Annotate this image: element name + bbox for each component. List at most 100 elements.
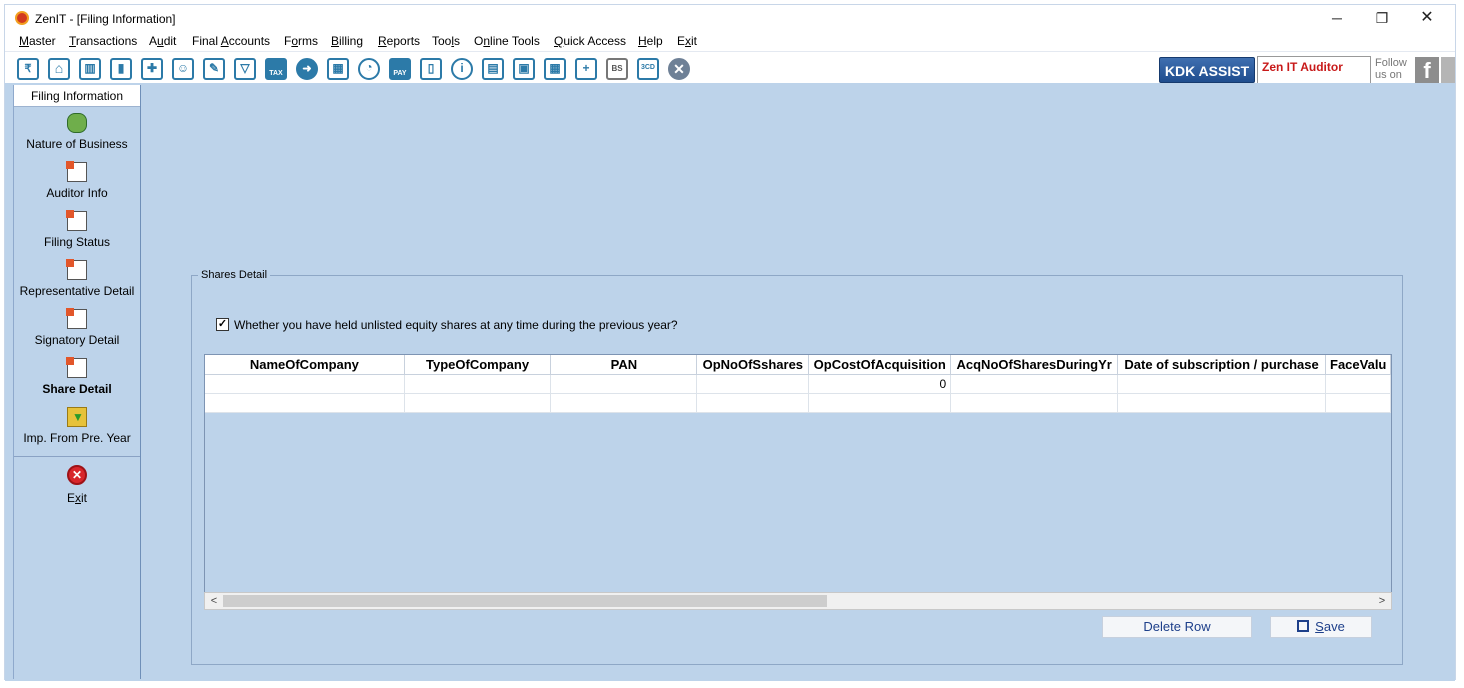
close-window-button[interactable]: ✕ bbox=[1405, 7, 1449, 29]
scroll-left-icon[interactable]: < bbox=[207, 593, 221, 609]
book-icon[interactable]: ▯ bbox=[420, 58, 442, 80]
menu-final-accounts[interactable]: Final Accounts bbox=[192, 34, 270, 48]
home-icon[interactable]: ⌂ bbox=[48, 58, 70, 80]
delete-row-button[interactable]: Delete Row bbox=[1102, 616, 1252, 638]
sidebar-item-label: Representative Detail bbox=[19, 284, 135, 298]
menu-exit[interactable]: Exit bbox=[677, 34, 697, 48]
document-icon bbox=[66, 308, 87, 329]
menu-online-tools[interactable]: Online Tools bbox=[474, 34, 540, 48]
sidebar-item-auditor-info[interactable]: Auditor Info bbox=[14, 156, 140, 205]
sidebar-item-representative-detail[interactable]: Representative Detail bbox=[14, 254, 140, 303]
follow-us-text: Follow us on bbox=[1375, 57, 1407, 81]
menu-tools[interactable]: Tools bbox=[432, 34, 460, 48]
table-cell[interactable] bbox=[550, 393, 698, 413]
table-cell[interactable] bbox=[696, 393, 810, 413]
sidebar-item-share-detail[interactable]: Share Detail bbox=[14, 352, 140, 401]
calculator-icon[interactable]: ▦ bbox=[327, 58, 349, 80]
tax-icon[interactable]: TAX bbox=[265, 58, 287, 80]
sidebar: Filing Information Nature of Business Au… bbox=[13, 85, 141, 679]
table-cell[interactable] bbox=[404, 374, 552, 394]
table-cell[interactable]: 0 bbox=[808, 374, 952, 394]
column-header[interactable]: TypeOfCompany bbox=[404, 355, 552, 375]
user-doc-icon[interactable]: ▣ bbox=[513, 58, 535, 80]
arrow-circle-icon[interactable]: ➜ bbox=[296, 58, 318, 80]
save-icon bbox=[1297, 620, 1310, 632]
building-icon[interactable]: ▥ bbox=[79, 58, 101, 80]
bs-icon[interactable]: BS bbox=[606, 58, 628, 80]
column-header[interactable]: OpCostOfAcquisition bbox=[808, 355, 952, 375]
menu-help[interactable]: Help bbox=[638, 34, 663, 48]
info-icon[interactable]: i bbox=[451, 58, 473, 80]
pay-icon[interactable]: PAY bbox=[389, 58, 411, 80]
rupee-icon[interactable]: ₹ bbox=[17, 58, 39, 80]
sidebar-item-label: Imp. From Pre. Year bbox=[23, 431, 131, 445]
group-title: Shares Detail bbox=[198, 269, 271, 281]
table-cell[interactable] bbox=[1117, 393, 1326, 413]
menu-quick-access[interactable]: Quick Access bbox=[554, 34, 626, 48]
menu-forms[interactable]: Forms bbox=[284, 34, 318, 48]
sidebar-item-label: Nature of Business bbox=[26, 137, 128, 151]
filter-icon[interactable]: ▽ bbox=[234, 58, 256, 80]
menu-reports[interactable]: Reports bbox=[378, 34, 420, 48]
table-cell[interactable] bbox=[1325, 393, 1391, 413]
kdk-assist-button[interactable]: KDK ASSIST bbox=[1159, 57, 1255, 83]
column-header[interactable]: FaceValu bbox=[1325, 355, 1391, 375]
document-icon bbox=[66, 161, 87, 182]
3cd-icon[interactable]: 3CD bbox=[637, 58, 659, 80]
table-cell[interactable] bbox=[404, 393, 552, 413]
sidebar-item-label: Auditor Info bbox=[46, 186, 108, 200]
close-circle-icon[interactable]: ✕ bbox=[668, 58, 690, 80]
sidebar-item-signatory-detail[interactable]: Signatory Detail bbox=[14, 303, 140, 352]
table-cell[interactable] bbox=[205, 374, 405, 394]
table-cell[interactable] bbox=[205, 393, 405, 413]
folder-add-icon[interactable]: + bbox=[575, 58, 597, 80]
column-header[interactable]: NameOfCompany bbox=[205, 355, 405, 375]
restore-button[interactable]: ❐ bbox=[1360, 7, 1404, 29]
minimize-button[interactable]: ─ bbox=[1315, 7, 1359, 29]
column-header[interactable]: AcqNoOfSharesDuringYr bbox=[950, 355, 1119, 375]
sidebar-item-label: Signatory Detail bbox=[34, 333, 120, 347]
menu-billing[interactable]: Billing bbox=[331, 34, 363, 48]
users-icon[interactable]: ☺ bbox=[172, 58, 194, 80]
unlisted-shares-checkbox[interactable]: ✓ bbox=[216, 318, 229, 331]
sidebar-item-filing-status[interactable]: Filing Status bbox=[14, 205, 140, 254]
sidebar-item-exit[interactable]: ✕ Exit bbox=[14, 463, 140, 512]
save-button[interactable]: Save bbox=[1270, 616, 1372, 638]
table-cell[interactable] bbox=[696, 374, 810, 394]
gift-icon[interactable]: ✚ bbox=[141, 58, 163, 80]
menu-transactions[interactable]: Transactions bbox=[69, 34, 137, 48]
table-cell[interactable] bbox=[808, 393, 952, 413]
column-header[interactable]: PAN bbox=[550, 355, 698, 375]
calendar-icon[interactable]: ▦ bbox=[544, 58, 566, 80]
document-icon bbox=[66, 357, 87, 378]
main-area: Filing Information Nature of Business Au… bbox=[5, 83, 1455, 681]
facebook-icon[interactable]: f bbox=[1415, 57, 1439, 83]
column-header[interactable]: OpNoOfSshares bbox=[696, 355, 810, 375]
app-window: ZenIT - [Filing Information] ─ ❐ ✕ Maste… bbox=[4, 4, 1456, 681]
report-icon[interactable]: ▤ bbox=[482, 58, 504, 80]
sidebar-item-label: Filing Status bbox=[43, 235, 111, 249]
table-cell[interactable] bbox=[950, 374, 1119, 394]
shares-grid[interactable]: NameOfCompany TypeOfCompany PAN OpNoOfSs… bbox=[204, 354, 1392, 610]
pie-chart-icon[interactable]: ◔ bbox=[358, 58, 380, 80]
table-cell[interactable] bbox=[1117, 374, 1326, 394]
table-cell[interactable] bbox=[950, 393, 1119, 413]
column-header[interactable]: Date of subscription / purchase bbox=[1117, 355, 1326, 375]
bar-chart-icon[interactable]: ▮ bbox=[110, 58, 132, 80]
import-icon bbox=[67, 407, 87, 427]
sidebar-item-nature-of-business[interactable]: Nature of Business bbox=[14, 107, 140, 156]
sidebar-item-import-from-previous-year[interactable]: Imp. From Pre. Year bbox=[14, 401, 140, 450]
pin-icon[interactable]: ✎ bbox=[203, 58, 225, 80]
table-cell[interactable] bbox=[1325, 374, 1391, 394]
scrollbar-thumb[interactable] bbox=[223, 595, 827, 607]
title-bar: ZenIT - [Filing Information] ─ ❐ ✕ bbox=[5, 5, 1455, 31]
table-row[interactable]: 0 bbox=[205, 374, 1391, 394]
horizontal-scrollbar[interactable]: < > bbox=[204, 592, 1392, 610]
zen-it-auditor-link[interactable]: Zen IT Auditor bbox=[1257, 56, 1371, 84]
table-row[interactable] bbox=[205, 393, 1391, 413]
table-cell[interactable] bbox=[550, 374, 698, 394]
menu-audit[interactable]: Audit bbox=[149, 34, 176, 48]
twitter-icon[interactable] bbox=[1441, 57, 1455, 83]
scroll-right-icon[interactable]: > bbox=[1375, 593, 1389, 609]
menu-master[interactable]: Master bbox=[19, 34, 56, 48]
